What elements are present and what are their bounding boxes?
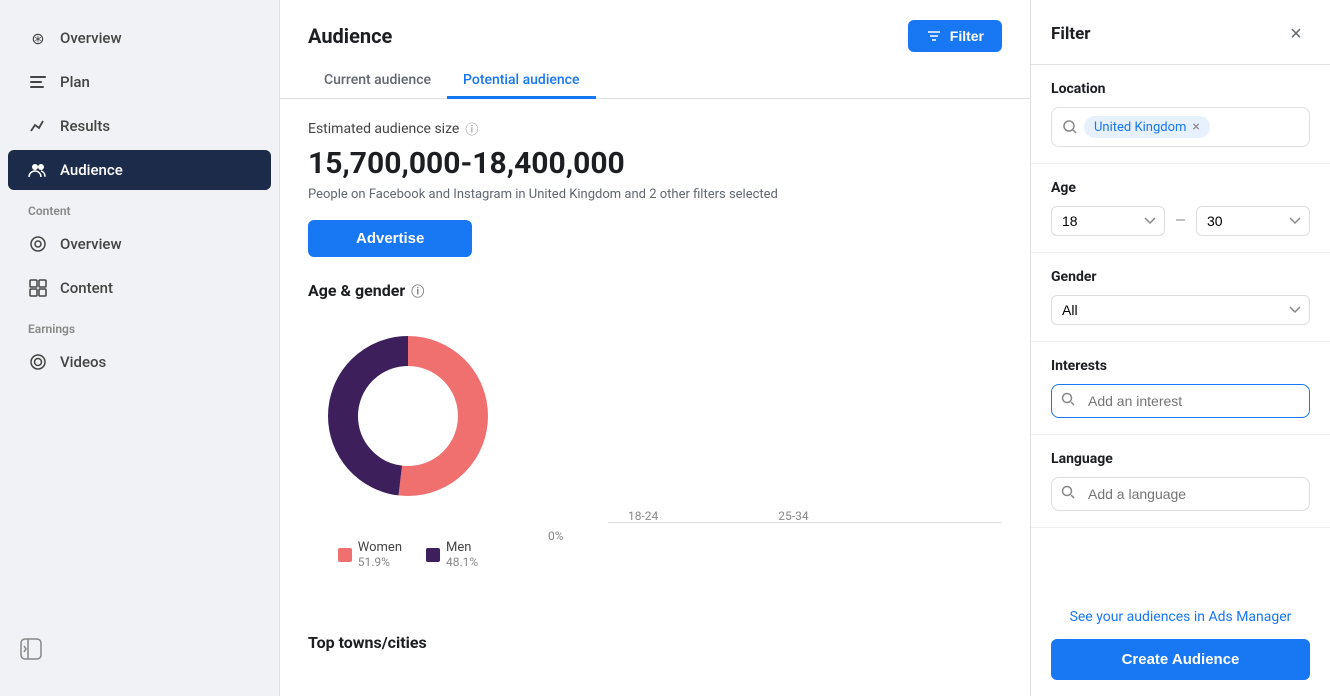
- filter-gender-section: Gender All Women Men: [1031, 253, 1330, 342]
- main-body: Estimated audience size ⓘ 15,700,000-18,…: [280, 99, 1030, 672]
- filter-header: Filter ×: [1031, 0, 1330, 65]
- language-search-icon: [1061, 485, 1075, 503]
- age-gender-info-icon: ⓘ: [411, 281, 424, 300]
- audience-icon: [28, 160, 48, 180]
- sidebar-item-audience[interactable]: Audience: [8, 150, 271, 190]
- sidebar-item-label: Videos: [60, 353, 106, 371]
- men-dot: [426, 548, 440, 562]
- sidebar-item-label: Audience: [60, 161, 123, 179]
- interests-label: Interests: [1051, 358, 1310, 374]
- location-search[interactable]: United Kingdom ×: [1051, 107, 1310, 147]
- sidebar-item-content-overview[interactable]: Overview: [8, 224, 271, 264]
- legend-women: Women 51.9%: [338, 540, 402, 569]
- location-label: Location: [1051, 81, 1310, 97]
- tab-current-audience[interactable]: Current audience: [308, 64, 447, 99]
- sidebar-item-videos[interactable]: Videos: [8, 342, 271, 382]
- men-label: Men: [446, 540, 471, 555]
- page-title: Audience: [308, 24, 392, 48]
- main-content: Audience Filter Current audience Potenti…: [280, 0, 1030, 696]
- chart-legend: Women 51.9% Men 48.1%: [338, 540, 478, 569]
- sidebar-item-label: Overview: [60, 235, 122, 253]
- age-to-select[interactable]: 25 28 30 35 40: [1196, 206, 1310, 236]
- audience-size-label: Estimated audience size ⓘ: [308, 119, 1002, 138]
- age-from-select[interactable]: 18 19 20 25 30: [1051, 206, 1165, 236]
- language-input[interactable]: [1051, 477, 1310, 511]
- overview-icon: ⊛: [28, 28, 48, 48]
- interests-input[interactable]: [1051, 384, 1310, 418]
- filter-button[interactable]: Filter: [908, 20, 1002, 52]
- filter-title: Filter: [1051, 24, 1091, 44]
- women-label: Women: [358, 540, 402, 555]
- videos-icon: [28, 352, 48, 372]
- content-icon: [28, 278, 48, 298]
- sidebar-item-plan[interactable]: Plan: [8, 62, 271, 102]
- gender-label: Gender: [1051, 269, 1310, 285]
- sidebar-item-overview[interactable]: ⊛ Overview: [8, 18, 271, 58]
- interests-search-icon: [1061, 392, 1075, 410]
- sidebar-item-label: Plan: [60, 73, 90, 91]
- x-label-18-24: 18-24: [628, 509, 658, 523]
- advertise-button[interactable]: Advertise: [308, 220, 472, 257]
- women-dot: [338, 548, 352, 562]
- tabs-bar: Current audience Potential audience: [280, 52, 1030, 99]
- donut-chart: [308, 316, 508, 516]
- gender-select[interactable]: All Women Men: [1051, 295, 1310, 325]
- donut-svg: [308, 316, 508, 516]
- content-overview-icon: [28, 234, 48, 254]
- bar-chart-area: 0% 18-24 25-34: [548, 343, 1002, 543]
- y-axis-zero: 0%: [548, 529, 564, 543]
- filter-location-section: Location United Kingdom ×: [1031, 65, 1330, 164]
- interests-search-wrapper: [1051, 384, 1310, 418]
- sidebar-item-content[interactable]: Content: [8, 268, 271, 308]
- sidebar-item-label: Content: [60, 279, 113, 297]
- age-row: 18 19 20 25 30 — 25 28 30 35 40: [1051, 206, 1310, 236]
- filter-close-button[interactable]: ×: [1282, 20, 1310, 48]
- sidebar-item-label: Results: [60, 117, 110, 135]
- age-label: Age: [1051, 180, 1310, 196]
- location-tag: United Kingdom ×: [1084, 116, 1210, 138]
- filter-footer: See your audiences in Ads Manager Create…: [1031, 593, 1330, 696]
- create-audience-button[interactable]: Create Audience: [1051, 639, 1310, 680]
- age-dash: —: [1175, 213, 1186, 229]
- sidebar-item-label: Overview: [60, 29, 122, 47]
- filter-interests-section: Interests: [1031, 342, 1330, 435]
- language-label: Language: [1051, 451, 1310, 467]
- results-icon: [28, 116, 48, 136]
- sidebar-bottom-toggle[interactable]: [0, 622, 279, 680]
- tab-potential-audience[interactable]: Potential audience: [447, 64, 595, 99]
- main-header: Audience Filter: [280, 0, 1030, 52]
- location-search-icon: [1062, 119, 1078, 135]
- filter-language-section: Language: [1031, 435, 1330, 528]
- location-tag-remove[interactable]: ×: [1192, 119, 1199, 135]
- sidebar-item-results[interactable]: Results: [8, 106, 271, 146]
- plan-icon: [28, 72, 48, 92]
- filter-age-section: Age 18 19 20 25 30 — 25 28 30 35 40: [1031, 164, 1330, 253]
- earnings-section-label: Earnings: [0, 310, 279, 340]
- age-gender-title: Age & gender ⓘ: [308, 281, 1002, 300]
- info-icon: ⓘ: [465, 119, 478, 138]
- x-label-25-34: 25-34: [778, 509, 808, 523]
- legend-men: Men 48.1%: [426, 540, 478, 569]
- ads-manager-link[interactable]: See your audiences in Ads Manager: [1051, 609, 1310, 625]
- language-search-wrapper: [1051, 477, 1310, 511]
- top-cities-title: Top towns/cities: [308, 633, 1002, 652]
- women-pct: 51.9%: [358, 555, 402, 569]
- men-pct: 48.1%: [446, 555, 478, 569]
- location-tag-text: United Kingdom: [1094, 120, 1186, 135]
- audience-size-sub: People on Facebook and Instagram in Unit…: [308, 187, 1002, 202]
- content-section-label: Content: [0, 192, 279, 222]
- filter-icon: [926, 28, 942, 44]
- sidebar: ⊛ Overview Plan Results Audience Content…: [0, 0, 280, 696]
- audience-size-number: 15,700,000-18,400,000: [308, 146, 1002, 181]
- filter-panel: Filter × Location United Kingdom × Age 1…: [1030, 0, 1330, 696]
